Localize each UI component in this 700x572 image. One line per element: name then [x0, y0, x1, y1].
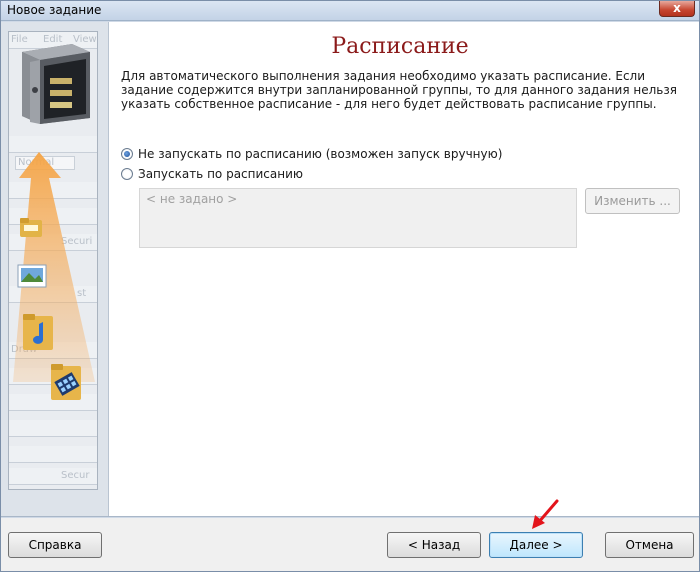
image-file-icon: [17, 264, 47, 288]
close-icon: x: [673, 1, 681, 15]
change-schedule-button[interactable]: Изменить ...: [585, 188, 680, 214]
ghost-toolbar: Secur: [9, 468, 97, 485]
radio-no-schedule-label: Не запускать по расписанию (возможен зап…: [138, 147, 503, 161]
cancel-button[interactable]: Отмена: [605, 532, 694, 558]
schedule-page: Расписание Для автоматического выполнени…: [110, 22, 699, 516]
next-button[interactable]: Далее >: [489, 532, 583, 558]
side-panel: File Edit View Normal Securi st Draw: [1, 22, 109, 516]
folder-icon: [20, 218, 42, 237]
wizard-body: File Edit View Normal Securi st Draw: [1, 22, 699, 516]
annotation-arrow-icon: [532, 499, 559, 529]
button-bar: Справка < Назад Далее > Отмена: [1, 516, 699, 571]
schedule-display: < не задано >: [139, 188, 577, 248]
page-description: Для автоматического выполнения задания н…: [121, 69, 677, 111]
button-bar-surface: Справка < Назад Далее > Отмена: [1, 518, 699, 571]
safe-icon: [22, 44, 90, 124]
back-button[interactable]: < Назад: [387, 532, 481, 558]
ghost-secure-text: Secur: [61, 470, 90, 481]
window-title: Новое задание: [7, 3, 102, 17]
music-folder-icon: [23, 314, 53, 350]
radio-button[interactable]: [121, 168, 133, 180]
ghost-toolbar: [9, 136, 97, 153]
ghost-toolbar: [9, 420, 97, 437]
side-illustration: File Edit View Normal Securi st Draw: [8, 31, 98, 490]
video-folder-icon: [51, 364, 81, 400]
page-title: Расписание: [331, 34, 469, 59]
title-bar: Новое задание x: [1, 1, 699, 21]
radio-run-on-schedule-label: Запускать по расписанию: [138, 167, 303, 181]
schedule-value: < не задано >: [146, 192, 238, 206]
close-button[interactable]: x: [659, 1, 695, 17]
radio-no-schedule[interactable]: Не запускать по расписанию (возможен зап…: [121, 147, 502, 161]
ghost-toolbar: [9, 446, 97, 463]
radio-button-checked[interactable]: [121, 148, 133, 160]
wizard-window: Новое задание x File Edit View Normal Se…: [0, 0, 700, 572]
radio-run-on-schedule[interactable]: Запускать по расписанию: [121, 167, 303, 181]
help-button[interactable]: Справка: [8, 532, 102, 558]
